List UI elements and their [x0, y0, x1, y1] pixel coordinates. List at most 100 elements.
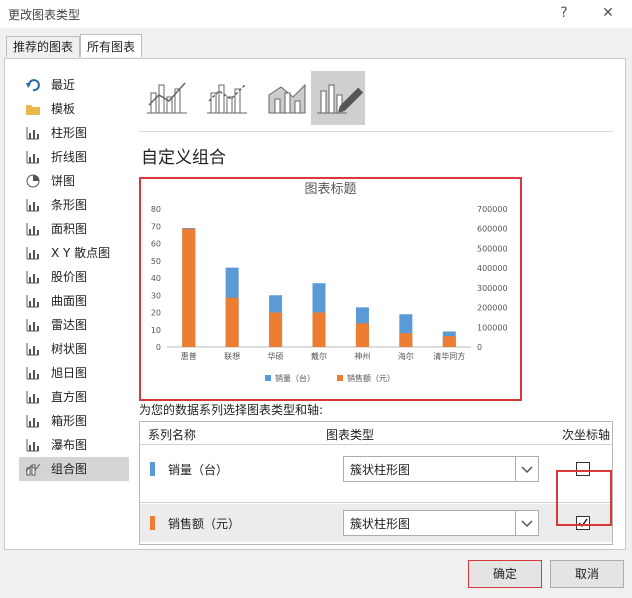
y-tick-label: 60 — [151, 240, 161, 249]
x-tick-label: 惠普 — [181, 351, 197, 361]
sunburst-chart-icon — [25, 366, 41, 380]
sidebar-item-label: 饼图 — [51, 174, 76, 188]
y2-tick-label: 0 — [477, 343, 482, 352]
undo-icon — [25, 78, 41, 92]
cancel-button[interactable]: 取消 — [550, 560, 624, 588]
bar-secondary — [312, 312, 326, 347]
sidebar-item-combo-chart[interactable]: 组合图 — [19, 457, 129, 481]
sidebar-item-scatter-chart[interactable]: X Y 散点图 — [19, 241, 129, 265]
sidebar-item-label: 树状图 — [51, 342, 88, 356]
title-bar: 更改图表类型 ? ✕ — [0, 0, 632, 28]
tab-recommended[interactable]: 推荐的图表 — [6, 36, 81, 57]
boxwhisker-chart-icon — [25, 414, 41, 428]
y-tick-label: 10 — [151, 326, 161, 335]
content-panel: 最近模板柱形图折线图饼图条形图面积图 X Y 散点图 股价图曲面图 雷达图树状图旭日图… — [4, 58, 626, 550]
bar-secondary — [182, 228, 196, 347]
combo-chart: 图表标题 0 10 20 30 40 50 60 70 80 0 100000 200000 300000… — [151, 182, 508, 383]
surface-chart-icon — [25, 294, 41, 308]
sidebar-item-folder[interactable]: 模板 — [19, 97, 129, 121]
ok-button[interactable]: 确定 — [468, 560, 542, 588]
close-icon[interactable]: ✕ — [596, 2, 620, 24]
sidebar-item-waterfall-chart[interactable]: 瀑布图 — [19, 433, 129, 457]
chart-type-select[interactable]: 簇状柱形图 — [343, 456, 539, 482]
chevron-down-icon[interactable] — [515, 457, 538, 481]
sidebar-item-radar-chart[interactable]: 雷达图 — [19, 313, 129, 337]
sidebar-item-label: 折线图 — [51, 150, 88, 164]
header-series-name: 系列名称 — [148, 428, 197, 442]
histogram-chart-icon — [25, 390, 41, 404]
chart-type-value: 簇状柱形图 — [350, 463, 411, 477]
sidebar-item-label: X Y 散点图 — [51, 246, 111, 260]
sidebar-item-label: 模板 — [51, 102, 76, 116]
waterfall-chart-icon — [25, 438, 41, 452]
legend-label: 销售额（元） — [347, 373, 395, 383]
sidebar-item-bar-chart[interactable]: 条形图 — [19, 193, 129, 217]
sidebar-item-sunburst-chart[interactable]: 旭日图 — [19, 361, 129, 385]
sidebar-item-histogram-chart[interactable]: 直方图 — [19, 385, 129, 409]
x-tick-label: 华硕 — [268, 351, 284, 361]
series-name: 销量（台） — [168, 463, 229, 477]
chevron-down-icon[interactable] — [515, 511, 538, 535]
tab-strip: 推荐的图表 所有图表 — [0, 34, 632, 58]
sidebar-item-boxwhisker-chart[interactable]: 箱形图 — [19, 409, 129, 433]
sidebar-item-label: 直方图 — [51, 390, 88, 404]
line-chart-icon — [25, 150, 41, 164]
help-button[interactable]: ? — [552, 2, 576, 24]
y-tick-label: 20 — [151, 309, 161, 318]
bar-secondary — [355, 323, 369, 347]
y2-tick-label: 300000 — [477, 284, 508, 293]
folder-icon — [25, 102, 41, 116]
sidebar-item-stock-chart[interactable]: 股价图 — [19, 265, 129, 289]
highlight-box — [556, 470, 612, 526]
sidebar-item-label: 最近 — [51, 78, 76, 92]
clustered-column-line-type-button[interactable] — [141, 71, 195, 125]
sidebar-item-treemap-chart[interactable]: 树状图 — [19, 337, 129, 361]
series-name: 销售额（元） — [168, 517, 241, 531]
stacked-area-column-type-button[interactable] — [261, 71, 315, 125]
y2-tick-label: 700000 — [477, 205, 508, 214]
y2-tick-label: 400000 — [477, 264, 508, 273]
table-row-series-2: 销售额（元） 簇状柱形图 — [140, 504, 612, 542]
column-line-secondary-type-button[interactable] — [201, 71, 255, 125]
sidebar-item-label: 条形图 — [51, 198, 88, 212]
y-tick-label: 80 — [151, 205, 161, 214]
dialog-title: 更改图表类型 — [8, 8, 81, 22]
sidebar-item-undo[interactable]: 最近 — [19, 73, 129, 97]
sidebar-item-label: 股价图 — [51, 270, 88, 284]
stock-chart-icon — [25, 270, 41, 284]
series-color-swatch — [150, 516, 155, 530]
chart-category-list: 最近模板柱形图折线图饼图条形图面积图 X Y 散点图 股价图曲面图 雷达图树状图旭日图… — [19, 73, 129, 481]
x-tick-label: 戴尔 — [311, 351, 327, 361]
legend-swatch — [337, 375, 343, 381]
y2-tick-label: 200000 — [477, 304, 508, 313]
sidebar-item-line-chart[interactable]: 折线图 — [19, 145, 129, 169]
x-tick-label: 联想 — [224, 351, 240, 361]
sidebar-item-surface-chart[interactable]: 曲面图 — [19, 289, 129, 313]
y2-tick-label: 600000 — [477, 225, 508, 234]
custom-combo-type-button[interactable] — [311, 71, 365, 125]
x-tick-label: 海尔 — [398, 351, 414, 361]
bar-secondary — [399, 333, 413, 347]
sidebar-item-label: 旭日图 — [51, 366, 88, 380]
radar-chart-icon — [25, 318, 41, 332]
sidebar-item-label: 柱形图 — [51, 126, 88, 140]
sidebar-item-pie-chart[interactable]: 饼图 — [19, 169, 129, 193]
scatter-chart-icon — [25, 246, 41, 260]
bar-secondary — [225, 297, 239, 347]
combo-chart-icon — [25, 462, 41, 476]
y-tick-label: 40 — [151, 274, 161, 283]
sidebar-item-label: 面积图 — [51, 222, 88, 236]
divider — [139, 131, 613, 132]
area-chart-icon — [25, 222, 41, 236]
bar-chart-icon — [25, 198, 41, 212]
x-tick-label: 清华同方 — [433, 351, 465, 361]
sidebar-item-column-chart[interactable]: 柱形图 — [19, 121, 129, 145]
x-tick-label: 神州 — [354, 351, 370, 361]
series-prompt: 为您的数据系列选择图表类型和轴: — [139, 403, 324, 417]
header-secondary-axis: 次坐标轴 — [562, 428, 611, 442]
y-tick-label: 30 — [151, 291, 161, 300]
column-chart-icon — [25, 126, 41, 140]
tab-all-charts[interactable]: 所有图表 — [80, 34, 143, 57]
chart-type-select[interactable]: 簇状柱形图 — [343, 510, 539, 536]
sidebar-item-area-chart[interactable]: 面积图 — [19, 217, 129, 241]
